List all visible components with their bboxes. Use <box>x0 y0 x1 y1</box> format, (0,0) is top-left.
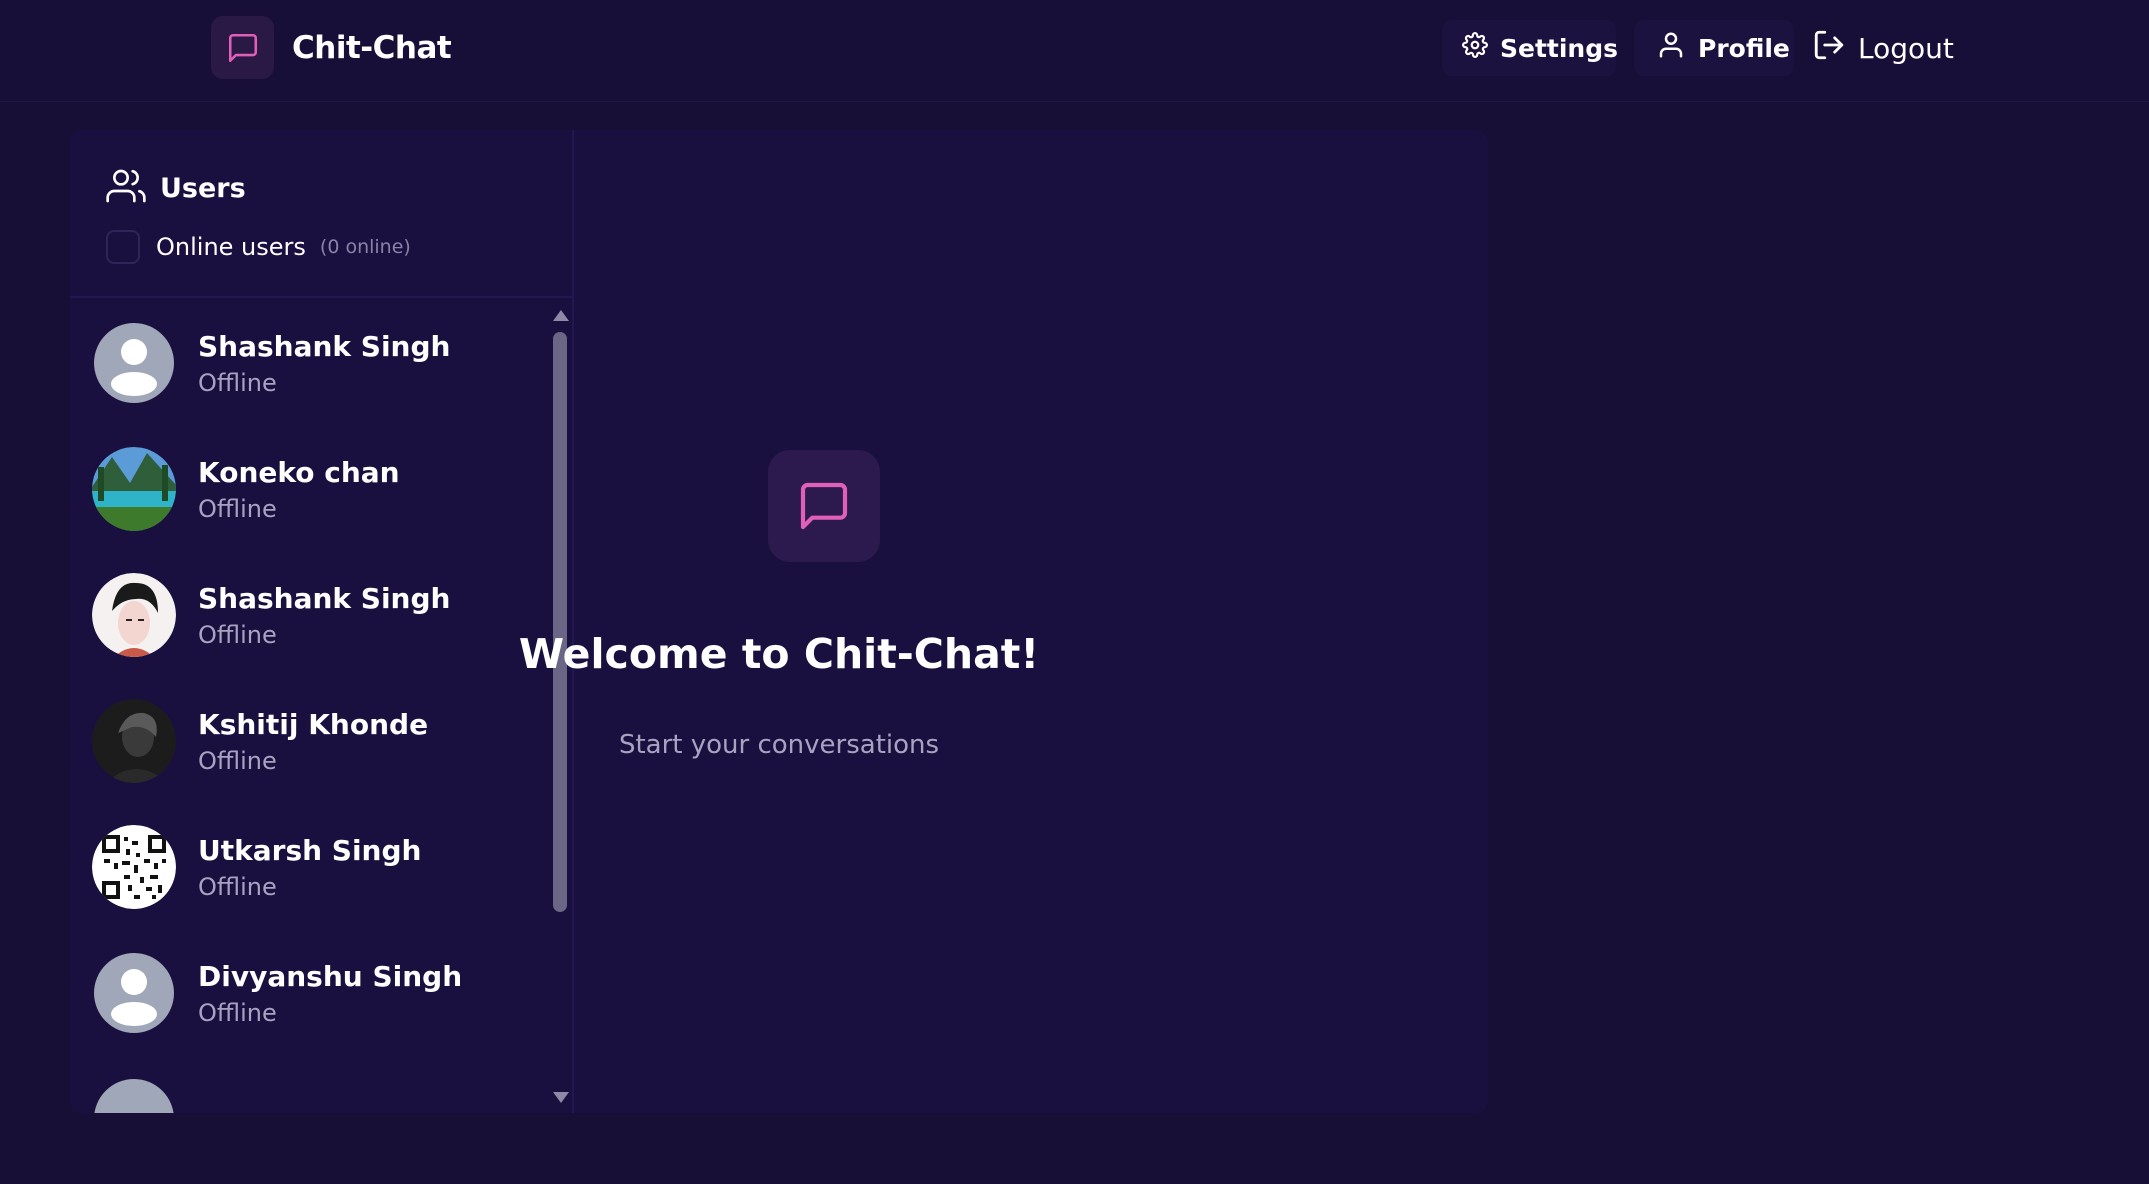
sidebar: Users Online users (0 online) Shashank S… <box>70 130 574 1113</box>
chat-bubble-icon <box>768 450 880 562</box>
online-count: (0 online) <box>319 236 411 258</box>
welcome-subtitle: Start your conversations <box>618 730 940 760</box>
user-list-item[interactable]: Koneko chan Offline <box>70 426 550 552</box>
sidebar-header: Users Online users (0 online) <box>70 130 572 298</box>
settings-label: Settings <box>1500 33 1619 63</box>
user-name: Koneko chan <box>198 455 400 489</box>
gear-icon <box>1462 32 1488 64</box>
brand[interactable]: Chit-Chat <box>211 16 452 79</box>
default-avatar-icon <box>92 1077 176 1113</box>
user-list-item-partial[interactable] <box>70 1056 550 1113</box>
scroll-thumb[interactable] <box>553 332 567 912</box>
online-users-checkbox[interactable] <box>106 230 140 264</box>
profile-label: Profile <box>1698 33 1790 63</box>
welcome-title: Welcome to Chit-Chat! <box>518 630 1040 678</box>
default-avatar-icon <box>92 951 176 1035</box>
user-status: Offline <box>198 998 277 1027</box>
user-name: Divyanshu Singh <box>198 959 463 993</box>
profile-button[interactable]: Profile <box>1634 20 1794 76</box>
users-title: Users <box>160 172 246 204</box>
scroll-down-arrow-icon[interactable] <box>553 1092 569 1103</box>
user-icon <box>1656 30 1686 66</box>
online-users-label: Online users <box>156 233 306 261</box>
logout-label: Logout <box>1858 31 1954 65</box>
default-avatar-icon <box>92 321 176 405</box>
user-list: Shashank Singh Offline Koneko chan Offli… <box>70 300 550 1113</box>
qr-code-avatar <box>92 825 176 909</box>
chat-container: Users Online users (0 online) Shashank S… <box>70 130 1488 1113</box>
scroll-up-arrow-icon[interactable] <box>553 310 569 321</box>
user-list-item[interactable]: Utkarsh Singh Offline <box>70 804 550 930</box>
settings-button[interactable]: Settings <box>1442 20 1619 76</box>
app-name: Chit-Chat <box>292 29 452 66</box>
navbar: Chit-Chat Settings Profile Logout <box>0 0 2149 102</box>
user-name: Shashank Singh <box>198 581 451 615</box>
logout-icon <box>1812 28 1846 69</box>
landscape-avatar <box>92 447 176 531</box>
user-name: Shashank Singh <box>198 329 451 363</box>
user-status: Offline <box>198 494 277 523</box>
online-filter[interactable]: Online users (0 online) <box>106 230 411 264</box>
users-icon <box>106 166 146 210</box>
chat-bubble-icon <box>211 16 274 79</box>
user-status: Offline <box>198 872 277 901</box>
users-heading: Users <box>106 166 246 210</box>
user-list-scrollbar[interactable] <box>548 306 572 1106</box>
user-list-item[interactable]: Divyanshu Singh Offline <box>70 930 550 1056</box>
user-name: Utkarsh Singh <box>198 833 422 867</box>
user-status: Offline <box>198 368 277 397</box>
logout-button[interactable]: Logout <box>1806 20 1966 76</box>
user-list-item[interactable]: Shashank Singh Offline <box>70 300 550 426</box>
